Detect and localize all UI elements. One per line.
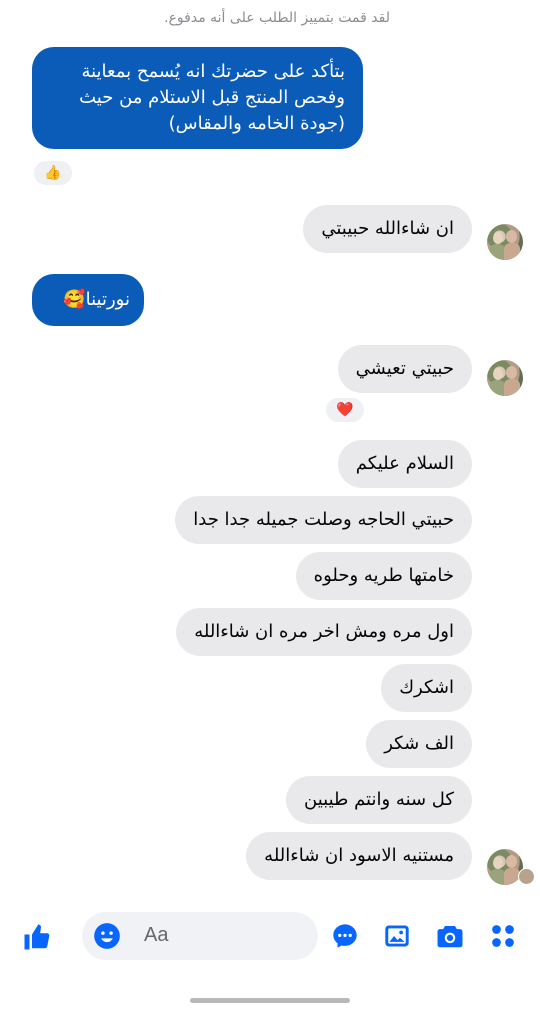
like-icon[interactable] <box>20 920 54 954</box>
incoming-message-bubble[interactable]: اول مره ومش اخر مره ان شاءالله <box>176 608 472 656</box>
reaction-badge[interactable]: ❤️ <box>324 396 366 424</box>
message-text: نورتينا🥰 <box>63 289 130 310</box>
message-text: اول مره ومش اخر مره ان شاءالله <box>194 621 454 642</box>
chat-bubble-icon[interactable] <box>330 921 360 951</box>
incoming-message-bubble[interactable]: مستنيه الاسود ان شاءالله <box>246 832 472 880</box>
thumbs-up-reaction: 👍 <box>44 165 62 181</box>
outgoing-message-bubble[interactable]: بتأكد على حضرتك انه يُسمح بمعاينة وفحص ا… <box>32 47 363 149</box>
seen-indicator <box>518 868 535 885</box>
input-placeholder: Aa <box>144 924 169 946</box>
apps-grid-icon[interactable] <box>488 921 518 951</box>
incoming-message-bubble[interactable]: خامتها طريه وحلوه <box>295 552 472 600</box>
reaction-badge[interactable]: 👍 <box>32 159 74 187</box>
camera-icon[interactable] <box>434 921 466 951</box>
message-input[interactable]: Aa <box>82 912 318 960</box>
avatar[interactable] <box>487 224 523 260</box>
incoming-message-bubble[interactable]: ان شاءالله حبيبتي <box>303 205 472 253</box>
avatar[interactable] <box>487 360 523 396</box>
emoji-icon[interactable] <box>92 921 122 951</box>
message-text: الف شكر <box>384 733 454 754</box>
outgoing-message-bubble[interactable]: نورتينا🥰 <box>32 274 144 326</box>
incoming-message-bubble[interactable]: السلام عليكم <box>337 440 472 488</box>
incoming-message-bubble[interactable]: اشكرك <box>381 664 472 712</box>
incoming-message-bubble[interactable]: الف شكر <box>366 720 472 768</box>
message-text: السلام عليكم <box>355 453 454 474</box>
incoming-message-bubble[interactable]: كل سنه وانتم طيبين <box>286 776 472 824</box>
message-text: بتأكد على حضرتك انه يُسمح بمعاينة وفحص ا… <box>79 61 345 134</box>
message-text: اشكرك <box>399 677 454 698</box>
home-indicator <box>190 998 350 1003</box>
heart-reaction: ❤️ <box>336 402 354 418</box>
message-text: حبيتي الحاجه وصلت جميله جدا جدا <box>193 509 454 530</box>
message-text: كل سنه وانتم طيبين <box>304 789 454 810</box>
message-text: خامتها طريه وحلوه <box>313 565 454 586</box>
system-note: لقد قمت بتمييز الطلب على أنه مدفوع. <box>164 10 390 26</box>
message-text: ان شاءالله حبيبتي <box>321 218 454 239</box>
incoming-message-bubble[interactable]: حبيتي الحاجه وصلت جميله جدا جدا <box>175 496 472 544</box>
message-text: مستنيه الاسود ان شاءالله <box>264 845 454 866</box>
message-text: حبيتي تعيشي <box>355 358 454 379</box>
incoming-message-bubble[interactable]: حبيتي تعيشي <box>337 345 472 393</box>
gallery-icon[interactable] <box>382 921 412 951</box>
